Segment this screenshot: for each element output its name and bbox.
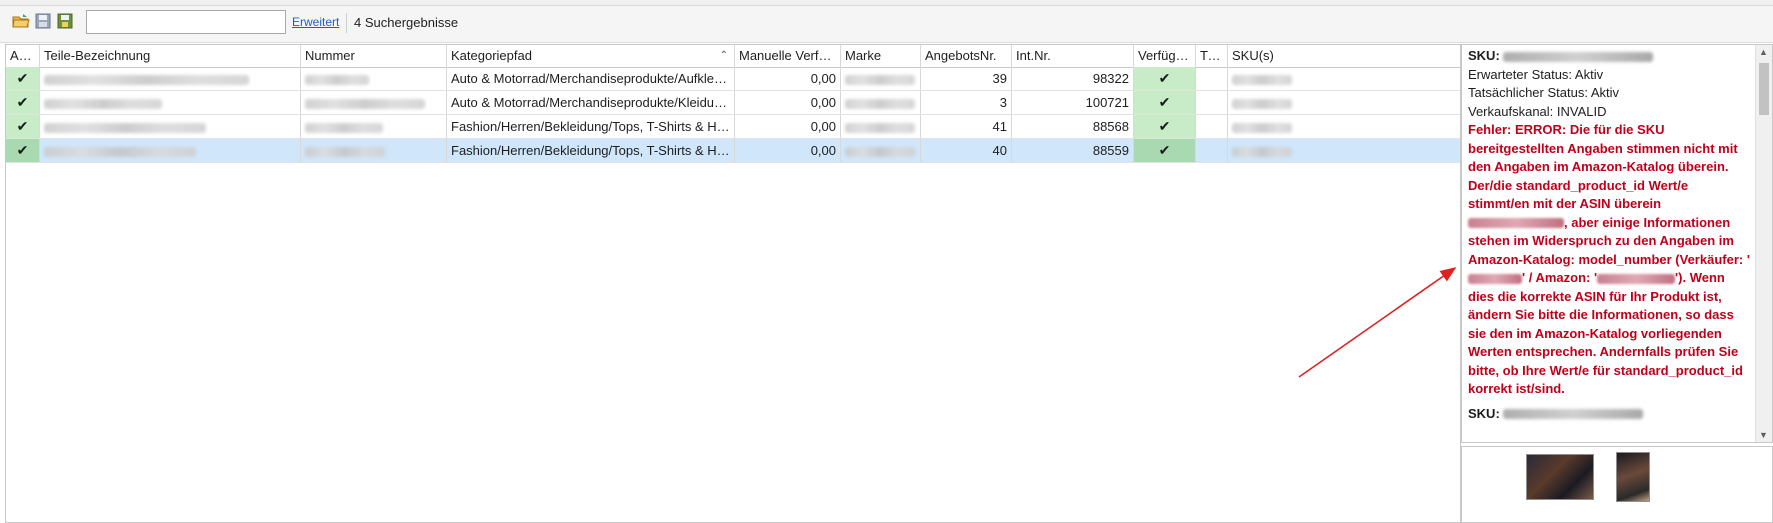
image-panel: [1461, 446, 1773, 523]
scrollbar-thumb[interactable]: [1759, 63, 1769, 115]
manuelle-cell[interactable]: 0,00: [735, 91, 841, 114]
marke-cell[interactable]: [841, 139, 921, 162]
checkmark-icon: ✔: [16, 118, 29, 134]
col-marke[interactable]: Marke: [841, 45, 921, 67]
titel-cell[interactable]: [1196, 67, 1228, 90]
toolbar: Erweitert 4 Suchergebnisse: [0, 6, 1773, 43]
col-teile-bezeichnung[interactable]: Teile-Bezeichnung: [40, 45, 301, 67]
skus-cell[interactable]: [1228, 139, 1462, 162]
titel-cell[interactable]: [1196, 91, 1228, 114]
sku-label-2: SKU:: [1468, 405, 1500, 421]
error-part-3: ' / Amazon: ': [1522, 270, 1598, 285]
verfuegbar-cell[interactable]: ✔: [1134, 67, 1196, 90]
sales-channel: Verkaufskanal: INVALID: [1468, 103, 1607, 119]
save-as-icon[interactable]: [55, 11, 75, 31]
col-kategoriepfad-label: Kategoriepfad: [451, 48, 532, 63]
manuelle-cell[interactable]: 0,00: [735, 139, 841, 162]
marke-cell[interactable]: [841, 91, 921, 114]
teile-bezeichnung-cell[interactable]: [40, 91, 301, 114]
angebotsnr-cell[interactable]: 39: [921, 67, 1012, 90]
error-part-4: '). Wenn dies die korrekte ASIN für Ihr …: [1468, 270, 1743, 396]
col-kategoriepfad[interactable]: Kategoriepfad ⌃: [447, 45, 735, 67]
col-skus[interactable]: SKU(s): [1228, 45, 1462, 67]
detail-scrollbar[interactable]: ▲ ▼: [1755, 45, 1772, 442]
angebotsnr-cell[interactable]: 41: [921, 115, 1012, 138]
open-folder-icon[interactable]: [11, 11, 31, 31]
sort-ascending-icon: ⌃: [719, 50, 728, 61]
col-manuelle-verfuegbarkeit[interactable]: Manuelle Verfüg…: [735, 45, 841, 67]
product-image-thumbnail[interactable]: [1616, 452, 1650, 502]
manuelle-cell[interactable]: 0,00: [735, 115, 841, 138]
teile-bezeichnung-cell[interactable]: [40, 115, 301, 138]
intnr-cell[interactable]: 98322: [1012, 67, 1134, 90]
aktiv-cell[interactable]: ✔: [6, 115, 40, 138]
results-grid: Aktiv Teile-Bezeichnung Nummer Kategorie…: [5, 44, 1461, 523]
kategoriepfad-cell[interactable]: Fashion/Herren/Bekleidung/Tops, T-Shirts…: [447, 115, 735, 138]
actual-status: Tatsächlicher Status: Aktiv: [1468, 85, 1620, 100]
col-intnr[interactable]: Int.Nr.: [1012, 45, 1134, 67]
checkmark-icon: ✔: [16, 70, 29, 86]
marke-cell[interactable]: [841, 115, 921, 138]
col-nummer[interactable]: Nummer: [301, 45, 447, 67]
teile-bezeichnung-cell[interactable]: [40, 139, 301, 162]
verfuegbar-cell[interactable]: ✔: [1134, 115, 1196, 138]
intnr-cell[interactable]: 100721: [1012, 91, 1134, 114]
verfuegbar-cell[interactable]: ✔: [1134, 139, 1196, 162]
titel-cell[interactable]: [1196, 139, 1228, 162]
advanced-search-link[interactable]: Erweitert: [292, 15, 339, 29]
sku-label: SKU:: [1468, 48, 1500, 63]
angebotsnr-cell[interactable]: 3: [921, 91, 1012, 114]
table-row-selected[interactable]: ✔ Fashion/Herren/Bekleidung/Tops, T-Shir…: [6, 139, 1460, 163]
intnr-cell[interactable]: 88568: [1012, 115, 1134, 138]
skus-cell[interactable]: [1228, 91, 1462, 114]
checkmark-icon: ✔: [16, 142, 29, 158]
grid-header: Aktiv Teile-Bezeichnung Nummer Kategorie…: [6, 45, 1460, 68]
angebotsnr-cell[interactable]: 40: [921, 139, 1012, 162]
checkmark-icon: ✔: [1158, 70, 1171, 86]
toolbar-divider: [346, 13, 347, 33]
save-icon[interactable]: [33, 11, 53, 31]
nummer-cell[interactable]: [301, 67, 447, 90]
skus-cell[interactable]: [1228, 115, 1462, 138]
checkmark-icon: ✔: [1158, 94, 1171, 110]
checkmark-icon: ✔: [16, 94, 29, 110]
table-row[interactable]: ✔ Auto & Motorrad/Merchandiseprodukte/Kl…: [6, 91, 1460, 115]
result-count: 4 Suchergebnisse: [354, 15, 459, 30]
checkmark-icon: ✔: [1158, 118, 1171, 134]
col-angebotsnr[interactable]: AngebotsNr.: [921, 45, 1012, 67]
error-part-1: Fehler: ERROR: Die für die SKU bereitges…: [1468, 122, 1738, 211]
table-row[interactable]: ✔ Fashion/Herren/Bekleidung/Tops, T-Shir…: [6, 115, 1460, 139]
aktiv-cell[interactable]: ✔: [6, 139, 40, 162]
aktiv-cell[interactable]: ✔: [6, 91, 40, 114]
table-row[interactable]: ✔ Auto & Motorrad/Merchandiseprodukte/Au…: [6, 67, 1460, 91]
scroll-up-icon[interactable]: ▲: [1759, 47, 1768, 57]
error-message: Fehler: ERROR: Die für die SKU bereitges…: [1468, 121, 1750, 399]
product-image-thumbnail[interactable]: [1526, 454, 1594, 500]
skus-cell[interactable]: [1228, 67, 1462, 90]
kategoriepfad-cell[interactable]: Auto & Motorrad/Merchandiseprodukte/Aufk…: [447, 67, 735, 90]
scroll-down-icon[interactable]: ▼: [1759, 430, 1768, 440]
aktiv-cell[interactable]: ✔: [6, 67, 40, 90]
col-titel[interactable]: Titel: [1196, 45, 1228, 67]
manuelle-cell[interactable]: 0,00: [735, 67, 841, 90]
teile-bezeichnung-cell[interactable]: [40, 67, 301, 90]
nummer-cell[interactable]: [301, 115, 447, 138]
verfuegbar-cell[interactable]: ✔: [1134, 91, 1196, 114]
col-aktiv[interactable]: Aktiv: [6, 45, 40, 67]
nummer-cell[interactable]: [301, 91, 447, 114]
kategoriepfad-cell[interactable]: Fashion/Herren/Bekleidung/Tops, T-Shirts…: [447, 139, 735, 162]
marke-cell[interactable]: [841, 67, 921, 90]
kategoriepfad-cell[interactable]: Auto & Motorrad/Merchandiseprodukte/Klei…: [447, 91, 735, 114]
intnr-cell[interactable]: 88559: [1012, 139, 1134, 162]
search-input[interactable]: [86, 10, 286, 34]
titel-cell[interactable]: [1196, 115, 1228, 138]
detail-text: SKU: Erwarteter Status: Aktiv Tatsächlic…: [1468, 47, 1750, 423]
expected-status: Erwarteter Status: Aktiv: [1468, 66, 1604, 82]
nummer-cell[interactable]: [301, 139, 447, 162]
detail-panel[interactable]: SKU: Erwarteter Status: Aktiv Tatsächlic…: [1461, 44, 1773, 443]
checkmark-icon: ✔: [1158, 142, 1171, 158]
col-verfuegbar[interactable]: Verfügbar: [1134, 45, 1196, 67]
